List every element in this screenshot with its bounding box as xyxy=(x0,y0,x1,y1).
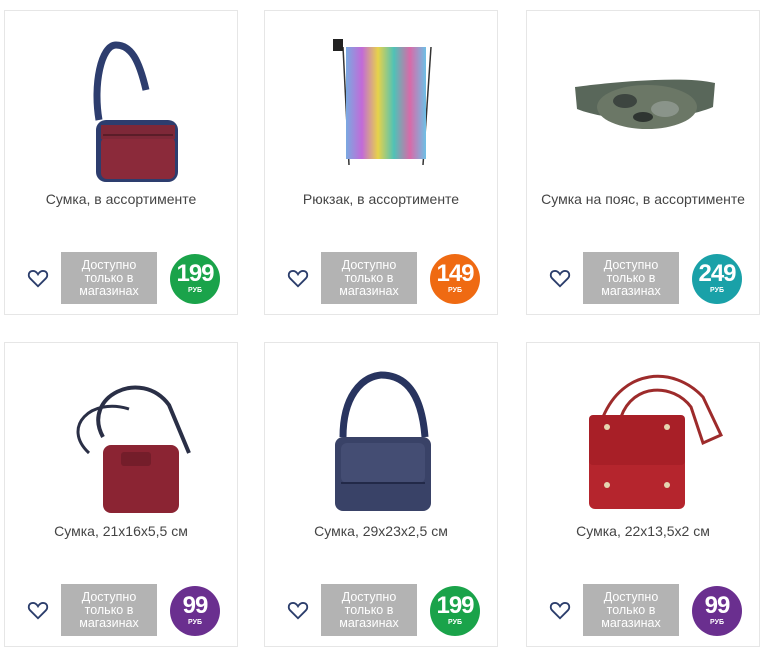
heart-icon[interactable] xyxy=(27,599,49,621)
product-title[interactable]: Сумка на пояс, в ассортименте xyxy=(537,191,749,207)
navy-messenger-bag-image[interactable] xyxy=(265,357,497,517)
heart-icon[interactable] xyxy=(287,267,309,289)
price-value: 149 xyxy=(436,260,474,287)
product-card[interactable]: Сумка, 22х13,5х2 см Доступно только в ма… xyxy=(526,342,760,647)
heart-icon[interactable] xyxy=(287,599,309,621)
waist-bag-image[interactable] xyxy=(527,25,759,185)
availability-badge[interactable]: Доступно только в магазинах xyxy=(583,252,679,304)
product-card[interactable]: Сумка на пояс, в ассортименте Доступно т… xyxy=(526,10,760,315)
product-title[interactable]: Сумка, 22х13,5х2 см xyxy=(537,523,749,539)
price-badge: 249 РУБ xyxy=(692,254,742,304)
price-badge: 199 РУБ xyxy=(430,586,480,636)
price-value: 99 xyxy=(704,592,731,619)
shoulder-bag-image[interactable] xyxy=(5,25,237,185)
price-currency: РУБ xyxy=(188,619,202,626)
price-value: 199 xyxy=(176,260,214,287)
product-title[interactable]: Сумка, в ассортименте xyxy=(15,191,227,207)
price-badge: 149 РУБ xyxy=(430,254,480,304)
availability-badge[interactable]: Доступно только в магазинах xyxy=(583,584,679,636)
availability-badge[interactable]: Доступно только в магазинах xyxy=(61,584,157,636)
price-badge: 199 РУБ xyxy=(170,254,220,304)
price-currency: РУБ xyxy=(188,287,202,294)
price-currency: РУБ xyxy=(710,619,724,626)
price-currency: РУБ xyxy=(448,287,462,294)
availability-badge[interactable]: Доступно только в магазинах xyxy=(321,584,417,636)
availability-badge[interactable]: Доступно только в магазинах xyxy=(321,252,417,304)
red-flap-bag-image[interactable] xyxy=(527,357,759,517)
price-currency: РУБ xyxy=(710,287,724,294)
heart-icon[interactable] xyxy=(549,599,571,621)
product-title[interactable]: Сумка, 21х16х5,5 см xyxy=(15,523,227,539)
drawstring-backpack-image[interactable] xyxy=(265,25,497,185)
price-currency: РУБ xyxy=(448,619,462,626)
burgundy-bucket-bag-image[interactable] xyxy=(5,357,237,517)
price-badge: 99 РУБ xyxy=(692,586,742,636)
product-card[interactable]: Сумка, в ассортименте Доступно только в … xyxy=(4,10,238,315)
product-card[interactable]: Сумка, 21х16х5,5 см Доступно только в ма… xyxy=(4,342,238,647)
product-title[interactable]: Сумка, 29х23х2,5 см xyxy=(275,523,487,539)
price-value: 199 xyxy=(436,592,474,619)
price-badge: 99 РУБ xyxy=(170,586,220,636)
product-grid: Сумка, в ассортименте Доступно только в … xyxy=(0,0,768,659)
product-title[interactable]: Рюкзак, в ассортименте xyxy=(275,191,487,207)
heart-icon[interactable] xyxy=(27,267,49,289)
price-value: 99 xyxy=(182,592,209,619)
heart-icon[interactable] xyxy=(549,267,571,289)
product-card[interactable]: Сумка, 29х23х2,5 см Доступно только в ма… xyxy=(264,342,498,647)
availability-badge[interactable]: Доступно только в магазинах xyxy=(61,252,157,304)
price-value: 249 xyxy=(698,260,736,287)
product-card[interactable]: Рюкзак, в ассортименте Доступно только в… xyxy=(264,10,498,315)
